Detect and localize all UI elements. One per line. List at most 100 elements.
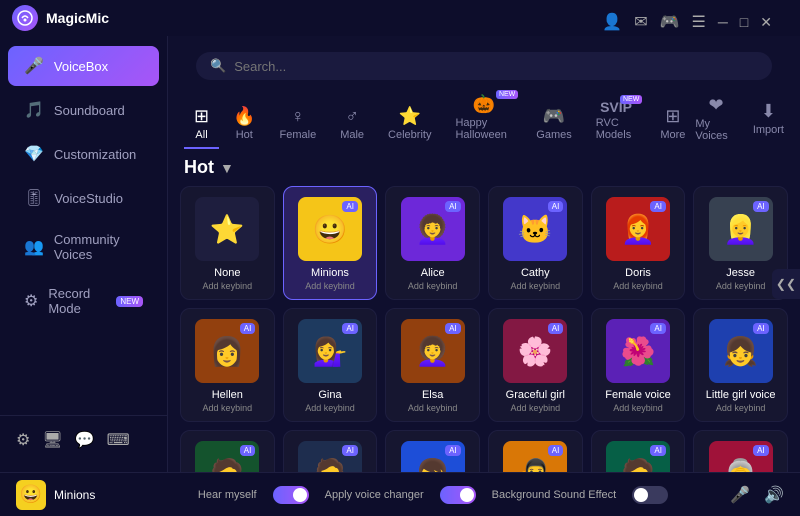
display-icon[interactable]: 🖥 — [42, 430, 62, 450]
section-chevron-icon[interactable]: ▼ — [220, 160, 234, 176]
card-action-jesse[interactable]: Add keybind — [716, 281, 766, 291]
hear-myself-knob — [293, 488, 307, 502]
voice-card-girtoboy[interactable]: 🧑AIGirl to boyAdd keybind — [591, 430, 686, 472]
customization-icon: 💎 — [24, 144, 44, 164]
nav-right: ❤ My Voices ⬇ Import — [695, 95, 784, 142]
voice-card-alice[interactable]: 👩‍🦱AIAliceAdd keybind — [385, 186, 480, 300]
card-action-littlegirl[interactable]: Add keybind — [716, 403, 766, 413]
mail-icon[interactable]: ✉ — [634, 12, 647, 32]
card-action-graceful[interactable]: Add keybind — [511, 403, 561, 413]
card-action-femalevoice[interactable]: Add keybind — [613, 403, 663, 413]
card-action-minions[interactable]: Add keybind — [305, 281, 355, 291]
tab-celebrity[interactable]: ⭐ Celebrity — [378, 100, 441, 149]
menu-icon[interactable]: ☰ — [692, 12, 706, 32]
sidebar-item-soundboard[interactable]: 🎵 Soundboard — [8, 90, 159, 130]
tab-rvc[interactable]: NEW SVIP RVC Models — [586, 93, 647, 149]
close-button[interactable]: ✕ — [760, 14, 772, 31]
tab-halloween[interactable]: NEW 🎃 Happy Halloween — [445, 88, 522, 149]
card-action-cathy[interactable]: Add keybind — [511, 281, 561, 291]
card-name-jesse: Jesse — [726, 267, 755, 279]
voice-card-minions[interactable]: 😀AIMinionsAdd keybind — [283, 186, 378, 300]
voice-grid: ⭐NoneAdd keybind😀AIMinionsAdd keybind👩‍🦱… — [168, 186, 800, 472]
voice-card-littlegirl[interactable]: 👧AILittle girl voiceAdd keybind — [693, 308, 788, 422]
voice-card-gina[interactable]: 💁‍♀️AIGinaAdd keybind — [283, 308, 378, 422]
microphone-icon[interactable]: 🎤 — [730, 485, 750, 505]
sidebar-item-record[interactable]: ⚙ Record Mode NEW — [8, 276, 159, 326]
voice-card-hellen[interactable]: 👩AIHellenAdd keybind — [180, 308, 275, 422]
halloween-icon: 🎃 — [473, 94, 495, 115]
tab-female[interactable]: ♀ Female — [270, 100, 327, 149]
tab-hot[interactable]: 🔥 Hot — [223, 100, 265, 149]
active-voice-display: 😀 Minions — [16, 480, 136, 510]
tab-all[interactable]: ⊞ All — [184, 100, 219, 149]
voice-card-doris[interactable]: 👩‍🦰AIDorisAdd keybind — [591, 186, 686, 300]
card-badge-malevoice: AI — [445, 445, 461, 456]
voicestudio-icon: 🎚 — [24, 188, 44, 208]
sidebar: 🎤 VoiceBox 🎵 Soundboard 💎 Customization … — [0, 36, 168, 472]
maximize-button[interactable]: □ — [740, 14, 748, 30]
search-bar: 🔍 — [196, 52, 772, 80]
card-badge-gina: AI — [342, 323, 358, 334]
voice-card-ninja[interactable]: 🥷AINinjaAdd keybind — [488, 430, 583, 472]
community-icon: 👥 — [24, 237, 44, 257]
nav-tabs: ⊞ All 🔥 Hot ♀ Female ♂ Male ⭐ Celebri — [184, 88, 695, 149]
tab-games-label: Games — [536, 129, 571, 141]
settings-icon[interactable]: ⚙ — [16, 430, 30, 450]
card-action-alice[interactable]: Add keybind — [408, 281, 458, 291]
voice-card-malevoice[interactable]: 👦AIMale voiceAdd keybind — [385, 430, 480, 472]
minimize-button[interactable]: ─ — [718, 14, 728, 30]
profile-icon[interactable]: 👤 — [602, 12, 622, 32]
voice-card-grandma[interactable]: 👵AIGrandma LauraAdd keybind — [693, 430, 788, 472]
sidebar-item-voicestudio[interactable]: 🎚 VoiceStudio — [8, 178, 159, 218]
import-icon: ⬇ — [761, 101, 776, 122]
card-badge-cathy: AI — [548, 201, 564, 212]
voice-card-graceful[interactable]: 🌸AIGraceful girlAdd keybind — [488, 308, 583, 422]
card-action-gina[interactable]: Add keybind — [305, 403, 355, 413]
voice-card-none[interactable]: ⭐NoneAdd keybind — [180, 186, 275, 300]
card-action-elsa[interactable]: Add keybind — [408, 403, 458, 413]
voice-card-femalevoice[interactable]: 🌺AIFemale voiceAdd keybind — [591, 308, 686, 422]
tab-celebrity-label: Celebrity — [388, 129, 431, 141]
voice-card-handsome[interactable]: 🧑AIHandsome boyAdd keybind — [180, 430, 275, 472]
card-name-elsa: Elsa — [422, 389, 443, 401]
myvoices-label: My Voices — [695, 118, 736, 142]
card-action-hellen[interactable]: Add keybind — [203, 403, 253, 413]
sidebar-item-customization[interactable]: 💎 Customization — [8, 134, 159, 174]
collapse-button[interactable]: ❮❮ — [772, 269, 800, 299]
speaker-icon[interactable]: 🔊 — [764, 485, 784, 505]
card-action-doris[interactable]: Add keybind — [613, 281, 663, 291]
card-name-femalevoice: Female voice — [605, 389, 670, 401]
tab-halloween-label: Happy Halloween — [455, 117, 512, 141]
tab-more[interactable]: ⊞ More — [650, 100, 695, 149]
search-icon: 🔍 — [210, 58, 226, 74]
search-input[interactable] — [234, 59, 758, 74]
voice-card-magnetic[interactable]: 🧔AIMagnetic male voiceAdd keybind — [283, 430, 378, 472]
sidebar-item-community[interactable]: 👥 Community Voices — [8, 222, 159, 272]
card-badge-girtoboy: AI — [650, 445, 666, 456]
female-icon: ♀ — [291, 106, 305, 127]
hear-myself-toggle[interactable] — [273, 486, 309, 504]
section-title: Hot — [184, 157, 214, 178]
card-badge-magnetic: AI — [342, 445, 358, 456]
gamepad-icon[interactable]: 🎮 — [660, 12, 680, 32]
voice-card-cathy[interactable]: 🐱AICathyAdd keybind — [488, 186, 583, 300]
import-nav[interactable]: ⬇ Import — [753, 101, 784, 136]
keyboard-icon[interactable]: ⌨ — [107, 430, 130, 450]
tab-games[interactable]: 🎮 Games — [526, 100, 581, 149]
apply-changer-toggle[interactable] — [440, 486, 476, 504]
sidebar-label-community: Community Voices — [54, 232, 143, 262]
hear-myself-label: Hear myself — [198, 489, 257, 501]
main-layout: 🎤 VoiceBox 🎵 Soundboard 💎 Customization … — [0, 36, 800, 472]
voice-card-elsa[interactable]: 👩‍🦱AIElsaAdd keybind — [385, 308, 480, 422]
tab-male[interactable]: ♂ Male — [330, 100, 374, 149]
myvoices-nav[interactable]: ❤ My Voices — [695, 95, 736, 142]
sidebar-item-voicebox[interactable]: 🎤 VoiceBox — [8, 46, 159, 86]
bg-sound-label: Background Sound Effect — [492, 489, 617, 501]
sidebar-bottom: ⚙ 🖥 💬 ⌨ — [0, 415, 167, 464]
chat-icon[interactable]: 💬 — [75, 430, 95, 450]
bg-sound-toggle[interactable] — [632, 486, 668, 504]
content-area: 🔍 ⊞ All 🔥 Hot ♀ Female ♂ — [168, 36, 800, 472]
active-voice-name: Minions — [54, 488, 95, 502]
record-icon: ⚙ — [24, 291, 38, 311]
card-action-none[interactable]: Add keybind — [203, 281, 253, 291]
